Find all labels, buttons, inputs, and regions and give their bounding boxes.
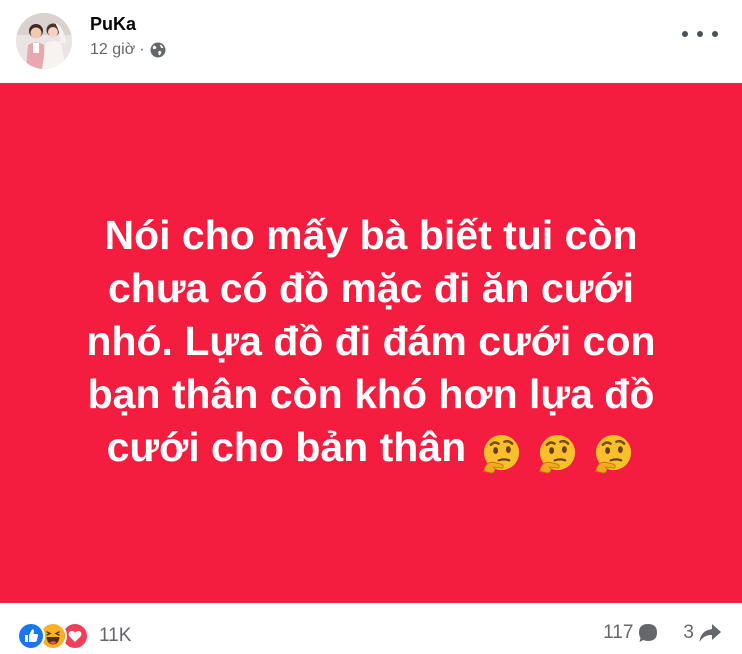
emoji-group bbox=[478, 424, 636, 477]
share-icon bbox=[699, 624, 721, 642]
meta-separator: · bbox=[139, 41, 145, 58]
more-horizontal-icon bbox=[682, 31, 688, 37]
share-count: 3 bbox=[683, 622, 694, 643]
post-header: PuKa 12 giờ · bbox=[0, 0, 742, 83]
more-options-button[interactable] bbox=[682, 22, 718, 46]
more-horizontal-icon bbox=[697, 31, 703, 37]
avatar[interactable] bbox=[16, 13, 72, 69]
comment-count: 117 bbox=[603, 622, 634, 643]
thinking-face-icon bbox=[482, 434, 519, 474]
author-name[interactable]: PuKa bbox=[90, 14, 136, 34]
reaction-count[interactable]: 11K bbox=[99, 625, 131, 647]
comment-icon bbox=[639, 624, 658, 642]
post-text-line: bạn thân còn khó hơn lựa đồ bbox=[87, 371, 655, 418]
comments-stat[interactable]: 117 bbox=[603, 622, 659, 644]
globe-icon[interactable] bbox=[150, 42, 166, 58]
post-time[interactable]: 12 giờ bbox=[90, 41, 135, 59]
facebook-post: PuKa 12 giờ · Nói cho mấy bà biết tui cò… bbox=[0, 0, 742, 654]
post-text-line: chưa có đồ mặc đi ăn cưới bbox=[108, 265, 634, 312]
post-text-line: Nói cho mấy bà biết tui còn bbox=[104, 212, 638, 259]
post-text-line: nhó. Lựa đồ đi đám cưới con bbox=[86, 318, 656, 365]
post-text: Nói cho mấy bà biết tui còn chưa có đồ m… bbox=[31, 209, 711, 477]
thinking-face-icon bbox=[539, 434, 576, 474]
reactions-summary[interactable]: 11K bbox=[17, 622, 131, 650]
post-stats: 117 3 bbox=[603, 622, 722, 644]
like-icon bbox=[17, 622, 45, 650]
avatar-photo-icon bbox=[16, 13, 72, 69]
post-colored-background[interactable]: Nói cho mấy bà biết tui còn chưa có đồ m… bbox=[0, 83, 742, 603]
thinking-face-icon bbox=[595, 434, 632, 474]
more-horizontal-icon bbox=[712, 31, 718, 37]
shares-stat[interactable]: 3 bbox=[683, 622, 722, 644]
post-text-last-line: cưới cho bản thân bbox=[31, 421, 711, 477]
post-meta: 12 giờ · bbox=[90, 40, 166, 60]
post-footer: 11K 117 3 bbox=[0, 603, 742, 654]
post-text-line: cưới cho bản thân bbox=[106, 424, 467, 471]
